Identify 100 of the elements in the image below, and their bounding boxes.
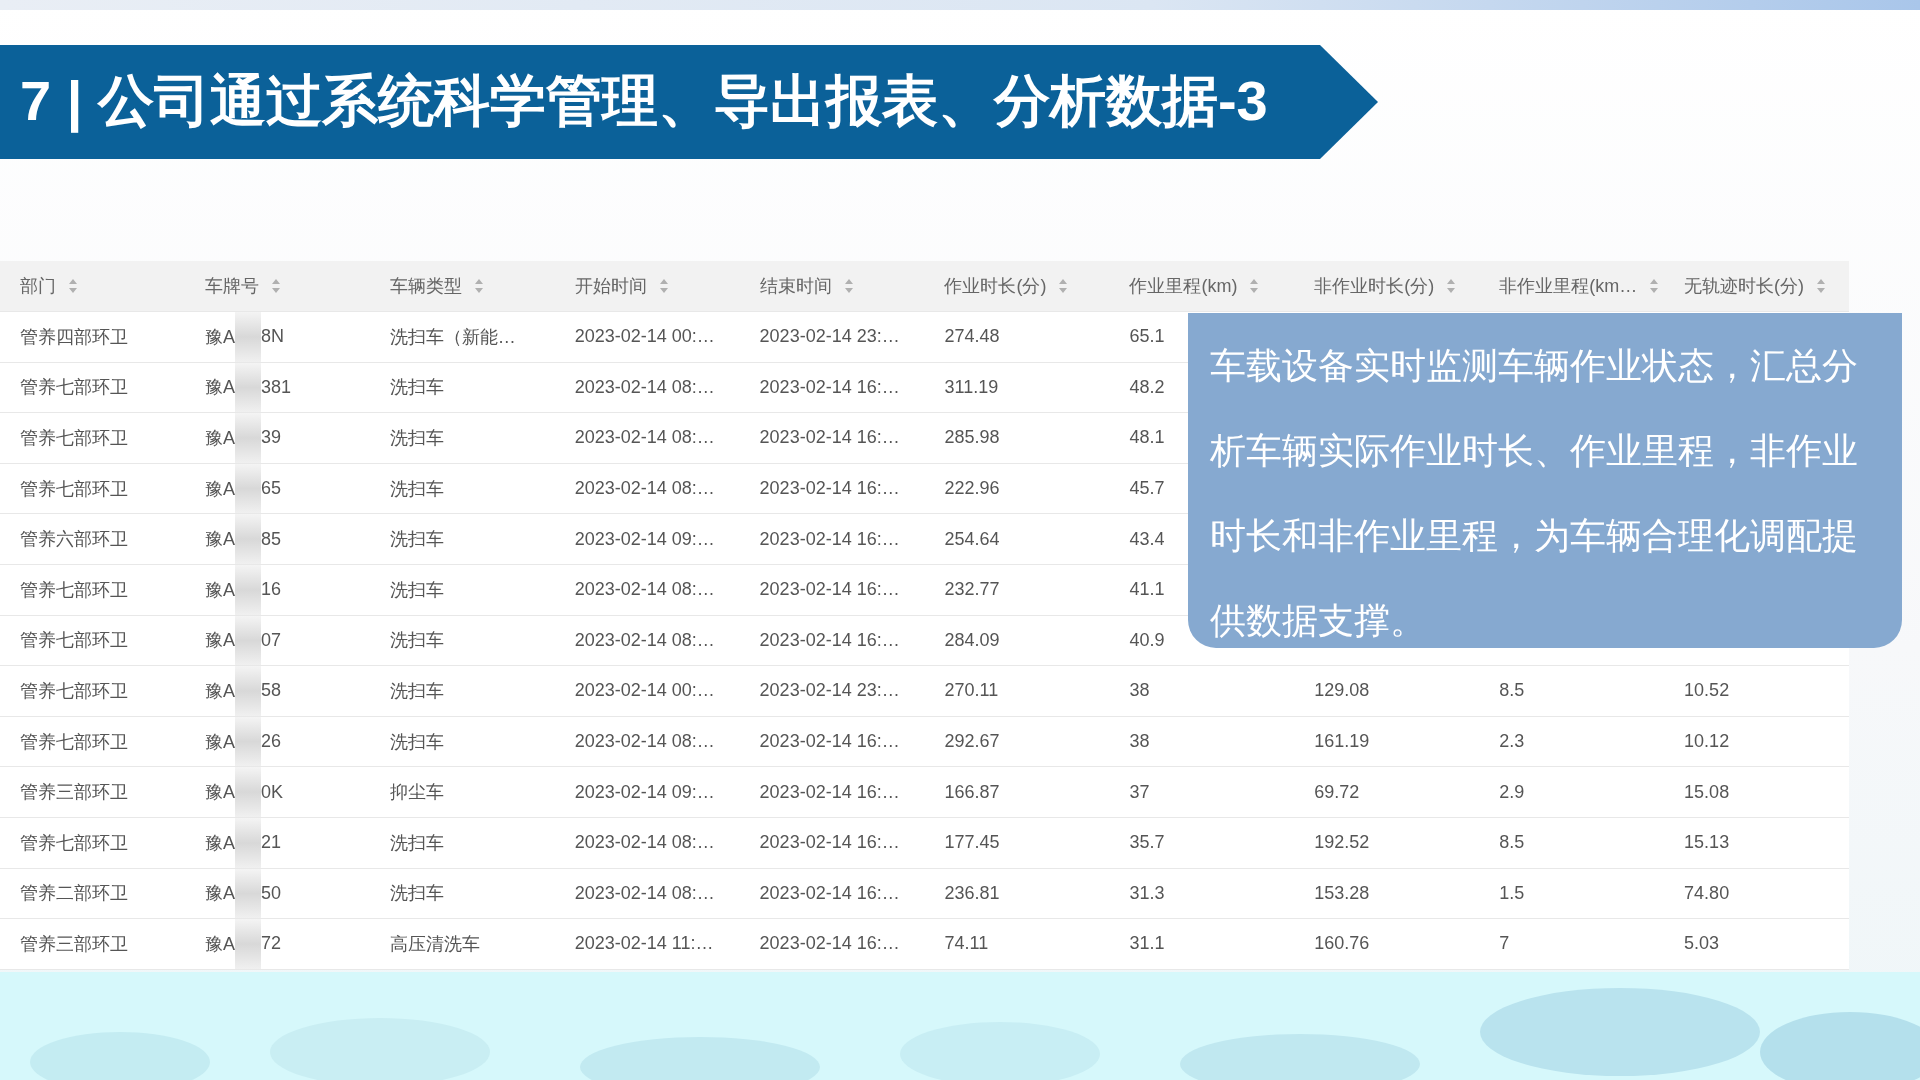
plate-suffix: 16: [260, 579, 281, 601]
plate-suffix: 85: [260, 528, 281, 550]
table-cell-text: 洗扫车: [388, 477, 444, 501]
table-cell-text: 管养二部环卫: [19, 882, 128, 906]
sort-icon[interactable]: [270, 278, 281, 294]
sort-icon[interactable]: [843, 278, 854, 294]
table-cell-text: 153.28: [1313, 882, 1370, 904]
table-cell-text: 69.72: [1313, 781, 1360, 803]
table-cell-text: 2023-02-14 09:…: [573, 781, 715, 803]
sort-icon[interactable]: [658, 278, 669, 294]
table-cell-text: 236.81: [943, 882, 1000, 904]
sort-icon[interactable]: [1649, 278, 1660, 294]
table-cell-text: 43.4: [1128, 528, 1165, 550]
sort-icon[interactable]: [473, 278, 484, 294]
plate-suffix: 0K: [260, 781, 283, 803]
column-header[interactable]: 非作业时长(分): [1314, 274, 1435, 298]
table-cell-text: 管养四部环卫: [19, 325, 128, 349]
table-cell-text: 管养七部环卫: [19, 578, 128, 602]
table-cell-text: 2023-02-14 11:…: [573, 933, 714, 955]
blur-mask: [234, 666, 261, 716]
plate-prefix: 豫A: [204, 427, 235, 450]
plate-prefix: 豫A: [204, 578, 235, 602]
table-cell-text: 2023-02-14 16:…: [758, 882, 900, 904]
blur-mask: [234, 716, 261, 767]
table-cell-text: 管养三部环卫: [19, 781, 128, 805]
sort-icon[interactable]: [68, 278, 78, 294]
table-cell-text: 管养七部环卫: [19, 427, 128, 450]
table-cell-text: 洗扫车: [388, 528, 444, 552]
table-cell-text: 35.7: [1128, 832, 1165, 854]
table-cell-text: 洗扫车: [388, 882, 444, 906]
table-cell-text: 管养七部环卫: [19, 730, 128, 754]
table-cell-text: 2023-02-14 16:…: [758, 629, 900, 651]
table-cell-text: 2023-02-14 23:…: [758, 680, 900, 702]
plate-suffix: 21: [260, 832, 281, 854]
table-cell-text: 2023-02-14 08:…: [573, 427, 715, 449]
column-header[interactable]: 作业里程(km): [1129, 274, 1238, 298]
plate-prefix: 豫A: [204, 528, 235, 552]
table-cell-text: 15.08: [1683, 781, 1730, 803]
table-cell-text: 2023-02-14 08:…: [573, 579, 715, 601]
table-cell-text: 48.2: [1128, 376, 1165, 398]
blur-mask: [234, 514, 261, 564]
plate-suffix: 07: [260, 629, 281, 651]
table-cell-text: 2.3: [1498, 731, 1525, 753]
table-cell-text: 管养七部环卫: [19, 831, 128, 855]
blur-mask: [234, 463, 261, 514]
blur-mask: [234, 362, 261, 413]
plate-prefix: 豫A: [204, 679, 235, 703]
table-cell-text: 270.11: [943, 680, 999, 702]
blur-mask: [234, 312, 261, 362]
table-cell-text: 2023-02-14 16:…: [758, 528, 900, 550]
column-header[interactable]: 开始时间: [574, 274, 647, 298]
table-cell-text: 129.08: [1313, 680, 1370, 702]
table-cell-text: 2023-02-14 00:…: [573, 680, 715, 702]
table-cell-text: 292.67: [943, 731, 1000, 753]
table-cell-text: 2023-02-14 16:…: [758, 478, 900, 500]
table-cell-text: 10.52: [1683, 680, 1730, 702]
sort-icon[interactable]: [1816, 278, 1827, 294]
table-cell-text: 274.48: [943, 326, 1000, 348]
table-cell-text: 284.09: [943, 629, 1000, 651]
table-cell-text: 8.5: [1498, 680, 1525, 702]
slide-title: 7 | 公司通过系统科学管理、导出报表、分析数据-3: [20, 68, 1268, 135]
sort-icon[interactable]: [1249, 278, 1260, 294]
column-header[interactable]: 车辆类型: [389, 274, 462, 298]
plate-suffix: 381: [260, 376, 291, 398]
plate-suffix: 26: [260, 731, 281, 753]
table-cell-text: 166.87: [943, 781, 1000, 803]
column-header[interactable]: 无轨迹时长(分): [1684, 274, 1805, 298]
table-cell-text: 177.45: [943, 832, 1000, 854]
table-cell-text: 洗扫车: [388, 578, 444, 602]
plate-suffix: 58: [260, 680, 281, 702]
table-cell-text: 2023-02-14 16:…: [758, 376, 900, 398]
table-cell-text: 161.19: [1313, 731, 1370, 753]
table-cell-text: 74.11: [943, 933, 989, 955]
table-cell-text: 2023-02-14 16:…: [758, 832, 900, 854]
table-cell-text: 洗扫车: [388, 730, 444, 754]
table-cell-text: 5.03: [1683, 933, 1720, 955]
plate-prefix: 豫A: [204, 831, 235, 855]
table-cell-text: 311.19: [943, 376, 999, 398]
blur-mask: [234, 868, 261, 919]
column-header[interactable]: 结束时间: [759, 274, 832, 298]
table-cell-text: 洗扫车（新能…: [388, 325, 516, 349]
column-header[interactable]: 车牌号: [204, 274, 259, 298]
table-cell-text: 2023-02-14 08:…: [573, 478, 715, 500]
table-cell-text: 40.9: [1128, 629, 1165, 651]
sort-icon[interactable]: [1058, 278, 1069, 294]
table-cell-text: 2023-02-14 08:…: [573, 832, 715, 854]
column-header[interactable]: 非作业里程(km…: [1499, 274, 1638, 298]
table-cell-text: 2023-02-14 16:…: [758, 781, 900, 803]
table-cell-text: 222.96: [943, 478, 1000, 500]
table-cell-text: 洗扫车: [388, 376, 444, 400]
table-cell-text: 285.98: [943, 427, 1000, 449]
table-cell-text: 管养三部环卫: [19, 932, 128, 956]
table-cell-text: 洗扫车: [388, 427, 444, 450]
column-header[interactable]: 作业时长(分): [944, 274, 1047, 298]
table-cell-text: 38: [1128, 731, 1150, 753]
table-cell-text: 2023-02-14 16:…: [758, 579, 900, 601]
table-cell-text: 2023-02-14 16:…: [758, 427, 900, 449]
sort-icon[interactable]: [1446, 278, 1457, 294]
table-cell-text: 洗扫车: [388, 679, 444, 703]
column-header[interactable]: 部门: [20, 274, 56, 298]
